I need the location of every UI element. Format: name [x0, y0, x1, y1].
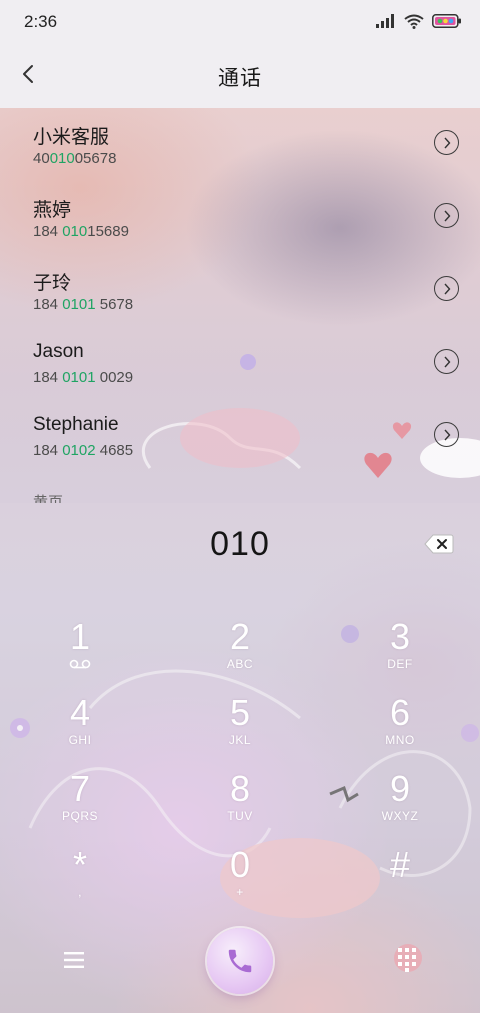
contact-row[interactable]: 小米客服 4001005678	[0, 108, 480, 181]
voicemail-icon	[69, 659, 91, 669]
key-star[interactable]: * ,	[20, 845, 140, 919]
status-bar: 2:36	[0, 0, 480, 40]
key-letters: ,	[78, 885, 82, 899]
key-digit: 3	[389, 616, 411, 657]
contact-row[interactable]: Stephanie 184 0102 4685	[0, 400, 480, 473]
header: 通话	[0, 40, 480, 108]
key-letters: WXYZ	[381, 809, 419, 823]
key-digit: #	[389, 844, 411, 885]
key-4[interactable]: 4 GHI	[20, 693, 140, 767]
key-digit: 8	[229, 768, 251, 809]
key-3[interactable]: 3 DEF	[340, 617, 460, 691]
key-letters: +	[236, 885, 244, 899]
key-0[interactable]: 0 +	[180, 845, 300, 919]
contact-detail-button[interactable]	[434, 349, 459, 374]
key-digit: 5	[229, 692, 251, 733]
menu-icon	[64, 952, 84, 968]
key-digit: 0	[229, 844, 251, 885]
chevron-right-icon	[443, 210, 450, 221]
wifi-icon	[404, 14, 424, 29]
key-5[interactable]: 5 JKL	[180, 693, 300, 767]
key-digit: 9	[389, 768, 411, 809]
contact-list: 小米客服 4001005678 燕婷 184 01015689 子玲 184 0…	[0, 108, 480, 503]
dial-display: 010	[210, 525, 270, 563]
key-letters: DEF	[387, 657, 413, 671]
contact-number: 184 0102 4685	[33, 442, 134, 459]
contact-detail-button[interactable]	[434, 422, 459, 447]
status-icons	[376, 12, 462, 30]
contact-number: 184 0101 0029	[33, 369, 134, 386]
section-header: 黄页	[33, 494, 64, 503]
contact-detail-button[interactable]	[434, 276, 459, 301]
battery-icon	[432, 14, 461, 28]
key-8[interactable]: 8 TUV	[180, 769, 300, 843]
phone-icon	[228, 949, 252, 973]
chevron-right-icon	[443, 137, 450, 148]
contact-detail-button[interactable]	[434, 130, 459, 155]
dialpad-toggle-button[interactable]	[392, 944, 422, 974]
contact-row[interactable]: 燕婷 184 01015689	[0, 181, 480, 254]
key-digit: 2	[229, 616, 251, 657]
chevron-right-icon	[443, 356, 450, 367]
menu-button[interactable]	[58, 946, 90, 974]
page-title: 通话	[218, 67, 262, 90]
key-letters: MNO	[385, 733, 415, 747]
key-2[interactable]: 2 ABC	[180, 617, 300, 691]
contact-number: 184 0101 5678	[33, 296, 134, 313]
backspace-button[interactable]	[424, 533, 454, 557]
contact-name: Stephanie	[33, 414, 119, 435]
contact-detail-button[interactable]	[434, 203, 459, 228]
status-time: 2:36	[24, 12, 58, 31]
contact-row[interactable]: 子玲 184 0101 5678	[0, 254, 480, 327]
key-6[interactable]: 6 MNO	[340, 693, 460, 767]
contact-name: 子玲	[33, 273, 72, 294]
key-hash[interactable]: #	[340, 845, 460, 919]
contact-number: 184 01015689	[33, 223, 129, 240]
key-digit: 4	[69, 692, 91, 733]
chevron-right-icon	[443, 429, 450, 440]
key-digit: 1	[69, 616, 91, 657]
key-letters: PQRS	[61, 809, 98, 823]
signal-icon	[376, 14, 394, 28]
key-letters: GHI	[68, 733, 92, 747]
chevron-right-icon	[443, 283, 450, 294]
contact-number: 4001005678	[33, 150, 117, 167]
contact-name: 小米客服	[33, 127, 110, 148]
key-7[interactable]: 7 PQRS	[20, 769, 140, 843]
key-letters: JKL	[228, 733, 252, 747]
key-letters: ABC	[226, 657, 254, 671]
key-digit: 6	[389, 692, 411, 733]
key-letters: TUV	[227, 809, 253, 823]
contact-name: Jason	[33, 341, 84, 362]
backspace-icon	[424, 534, 454, 554]
call-button[interactable]	[207, 928, 273, 994]
dialpad-icon	[398, 948, 416, 972]
key-1[interactable]: 1	[20, 617, 140, 691]
key-9[interactable]: 9 WXYZ	[340, 769, 460, 843]
key-digit: *	[72, 844, 87, 885]
contact-name: 燕婷	[33, 200, 72, 221]
key-digit: 7	[69, 768, 91, 809]
contact-row[interactable]: Jason 184 0101 0029	[0, 327, 480, 400]
